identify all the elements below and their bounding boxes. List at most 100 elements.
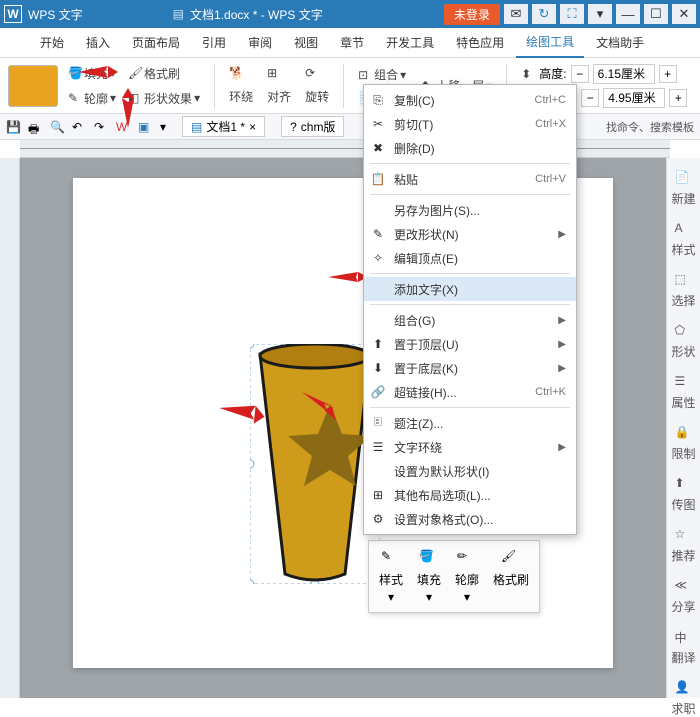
tab-view[interactable]: 视图 (284, 28, 328, 57)
align-label[interactable]: 对齐 (263, 86, 295, 107)
wrap-label[interactable]: 环绕 (225, 86, 257, 107)
tab-review[interactable]: 审阅 (238, 28, 282, 57)
ctx-题注Z[interactable]: 🗉题注(Z)... (364, 411, 576, 435)
tab-drawing-tools[interactable]: 绘图工具 (516, 27, 584, 58)
height-plus[interactable]: + (659, 65, 677, 83)
redo-icon[interactable]: ↷ (94, 120, 108, 134)
ctx-label: 添加文字(X) (394, 281, 458, 298)
ctx-更改形状N[interactable]: ✎更改形状(N)▶ (364, 222, 576, 246)
height-minus[interactable]: − (571, 65, 589, 83)
ctx-置于顶层U[interactable]: ⬆置于顶层(U)▶ (364, 332, 576, 356)
ctx-组合G[interactable]: 组合(G)▶ (364, 308, 576, 332)
shape-preview[interactable] (8, 65, 58, 107)
group-button[interactable]: ⊡组合 ▾ (354, 64, 410, 85)
doc-title-area: ▤ 文档1.docx * - WPS 文字 (173, 6, 323, 23)
tab-special[interactable]: 特色应用 (446, 28, 514, 57)
minimize-button[interactable]: — (616, 4, 640, 24)
rotate-button[interactable]: ⟳ (301, 64, 333, 82)
mini-fill[interactable]: 🪣填充 ▾ (411, 545, 447, 608)
ctx-置于底层K[interactable]: ⬇置于底层(K)▶ (364, 356, 576, 380)
height-input[interactable] (593, 64, 655, 84)
wps-red-icon[interactable]: W (116, 120, 130, 134)
ctx-编辑顶点E[interactable]: ✧编辑顶点(E) (364, 246, 576, 270)
search-hint[interactable]: 找命令、搜索模板 (606, 119, 694, 135)
cube-icon[interactable]: ▣ (138, 120, 152, 134)
expand-icon[interactable]: ⛶ (560, 4, 584, 24)
paint-icon: 🪣 (68, 66, 82, 80)
side-translate[interactable]: 中翻译 (671, 629, 695, 666)
ctx-label: 更改形状(N) (394, 226, 459, 243)
ctx-删除D[interactable]: ✖删除(D) (364, 136, 576, 160)
ctx-label: 另存为图片(S)... (394, 202, 480, 219)
align-button[interactable]: ⊞ (263, 64, 295, 82)
mini-style[interactable]: ✎样式 ▾ (373, 545, 409, 608)
side-upload[interactable]: ⬆传图 (671, 476, 695, 513)
msg-icon[interactable]: ✉ (504, 4, 528, 24)
tab-home[interactable]: 开始 (30, 28, 74, 57)
ctx-粘贴[interactable]: 📋粘贴Ctrl+V (364, 167, 576, 191)
format-painter-button[interactable]: 🖌格式刷 (124, 63, 184, 84)
tab-reference[interactable]: 引用 (192, 28, 236, 57)
dropdown-icon[interactable]: ▾ (588, 4, 612, 24)
width-minus[interactable]: − (581, 89, 599, 107)
align-icon: ⊞ (267, 66, 281, 80)
side-rec[interactable]: ☆推荐 (671, 527, 695, 564)
ctx-设置对象格式[interactable]: ⚙设置对象格式(O)... (364, 507, 576, 531)
doc-tab-1[interactable]: ▤ 文档1 * × (182, 116, 265, 137)
ctx-超链接H[interactable]: 🔗 超链接(H)... Ctrl+K (364, 380, 576, 404)
doc-tab-2[interactable]: ? chm版 (281, 116, 344, 137)
link-icon: 🔗 (370, 384, 386, 400)
ctx-设置为默认形[interactable]: 设置为默认形状(I) (364, 459, 576, 483)
side-props[interactable]: ☰属性 (671, 374, 695, 411)
ctx-添加文字X[interactable]: 添加文字(X) (364, 277, 576, 301)
maximize-button[interactable]: ☐ (644, 4, 668, 24)
fill-button[interactable]: 🪣填充 ▾ (64, 63, 120, 84)
side-shape[interactable]: ⬠形状 (671, 323, 695, 360)
ctx-label: 超链接(H)... (394, 384, 457, 401)
undo-icon[interactable]: ↶ (72, 120, 86, 134)
close-tab-icon[interactable]: × (249, 120, 256, 134)
rotate-icon: ⟳ (305, 66, 319, 80)
side-new[interactable]: 📄新建 (671, 170, 695, 207)
tab-insert[interactable]: 插入 (76, 28, 120, 57)
ctx-另存为图片S[interactable]: 另存为图片(S)... (364, 198, 576, 222)
cup-shape[interactable] (250, 344, 380, 584)
tab-doc-helper[interactable]: 文档助手 (586, 28, 654, 57)
app-name: WPS 文字 (28, 6, 83, 23)
preview-icon[interactable]: 🔍 (50, 120, 64, 134)
submenu-arrow-icon: ▶ (558, 363, 566, 374)
wrap-button[interactable]: 🐕 (225, 64, 257, 82)
ctx-其他布局选项[interactable]: ⊞其他布局选项(L)... (364, 483, 576, 507)
qat-dropdown[interactable]: ▾ (160, 120, 166, 134)
ctx-label: 题注(Z)... (394, 415, 443, 432)
shortcut: Ctrl+X (535, 118, 566, 130)
sync-icon[interactable]: ↻ (532, 4, 556, 24)
mini-format-painter[interactable]: 🖌格式刷 (487, 545, 535, 608)
rotate-label[interactable]: 旋转 (301, 86, 333, 107)
mini-outline[interactable]: ✏轮廓 ▾ (449, 545, 485, 608)
select-icon: ⬚ (674, 272, 692, 290)
side-style[interactable]: A样式 (671, 221, 695, 258)
save-icon[interactable]: 💾 (6, 120, 20, 134)
side-limit[interactable]: 🔒限制 (671, 425, 695, 462)
shape-effect-button[interactable]: ◧形状效果 ▾ (124, 88, 204, 109)
shortcut: Ctrl+K (535, 386, 566, 398)
tab-chapter[interactable]: 章节 (330, 28, 374, 57)
tab-dev-tools[interactable]: 开发工具 (376, 28, 444, 57)
menu-separator (370, 194, 570, 195)
print-icon[interactable]: 🖶 (28, 120, 42, 134)
ctx-文字环绕[interactable]: ☰文字环绕▶ (364, 435, 576, 459)
outline-button[interactable]: ✎轮廓 ▾ (64, 88, 120, 109)
side-select[interactable]: ⬚选择 (671, 272, 695, 309)
tab-page-layout[interactable]: 页面布局 (122, 28, 190, 57)
side-job[interactable]: 👤求职 (671, 680, 695, 717)
side-share[interactable]: ≪分享 (671, 578, 695, 615)
close-button[interactable]: ✕ (672, 4, 696, 24)
ctx-剪切T[interactable]: ✂剪切(T)Ctrl+X (364, 112, 576, 136)
ctx-复制C[interactable]: ⎘复制(C)Ctrl+C (364, 88, 576, 112)
ctx-label: 复制(C) (394, 92, 435, 109)
login-pill[interactable]: 未登录 (444, 4, 500, 25)
ruler-vertical[interactable] (0, 158, 20, 698)
width-input[interactable] (603, 88, 665, 108)
width-plus[interactable]: + (669, 89, 687, 107)
